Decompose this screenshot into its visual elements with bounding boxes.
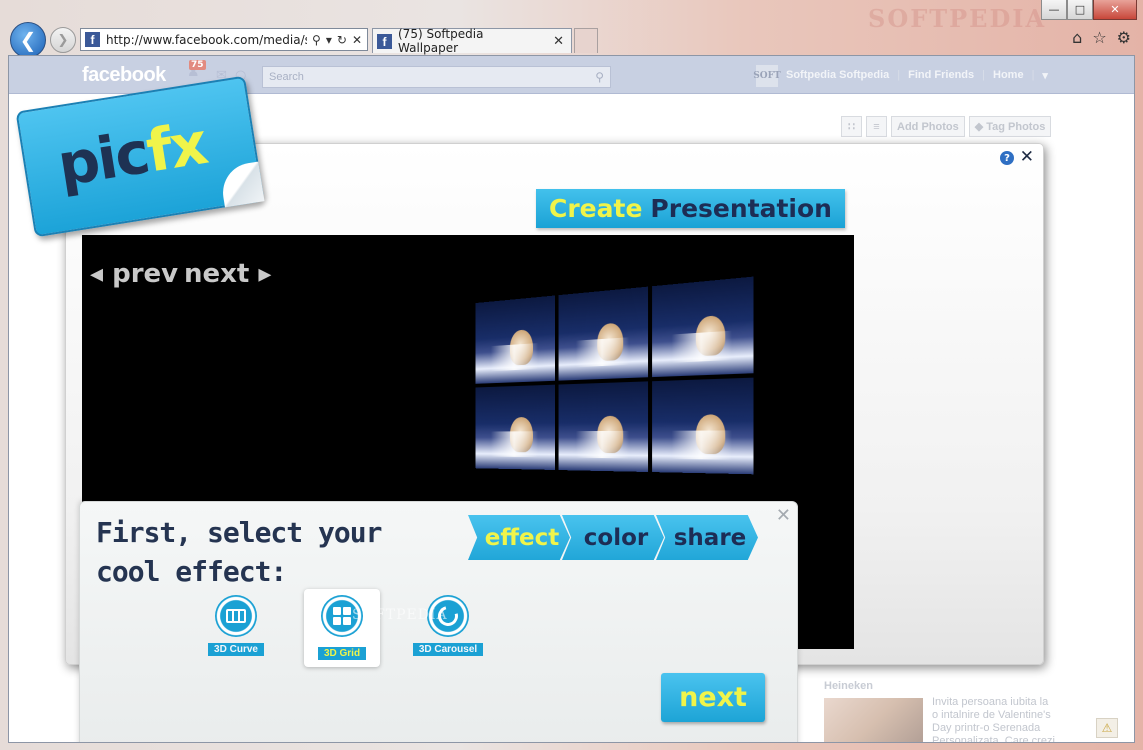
new-tab-button[interactable]	[574, 28, 598, 53]
find-friends-link[interactable]: Find Friends	[908, 69, 974, 82]
next-button[interactable]: next	[661, 673, 765, 722]
photo-tile	[652, 276, 754, 378]
address-actions: ⚲ ▾ ↻ ✕	[307, 33, 367, 47]
tab-close-icon[interactable]: ✕	[546, 34, 571, 49]
photo-tile	[652, 377, 754, 475]
create-presentation-banner: Create Presentation	[536, 189, 845, 228]
arrow-left-icon: ❮	[19, 28, 37, 52]
home-link[interactable]: Home	[993, 69, 1024, 82]
photo-tile	[475, 295, 555, 384]
add-photos-button[interactable]: Add Photos	[891, 116, 965, 137]
3d-curve-icon	[215, 595, 257, 637]
step-color[interactable]: color	[562, 515, 664, 560]
effect-3d-grid[interactable]: 3D Grid	[304, 589, 380, 667]
sticker-peel	[218, 161, 265, 208]
step-share[interactable]: share	[656, 515, 758, 560]
warning-icon[interactable]: ⚠	[1096, 718, 1118, 738]
tab-title: (75) Softpedia Wallpaper	[398, 27, 484, 55]
address-text[interactable]: http://www.facebook.com/media/se	[106, 33, 307, 47]
home-icon[interactable]: ⌂	[1072, 28, 1082, 47]
banner-create-word: Create	[549, 194, 643, 223]
separator: |	[982, 69, 985, 81]
sidebar-ad-image[interactable]	[824, 698, 923, 742]
forward-button[interactable]: ❯	[50, 27, 76, 53]
effect-label: 3D Carousel	[412, 643, 484, 656]
settings-gear-icon[interactable]: ⚙	[1117, 28, 1131, 47]
back-button[interactable]: ❮	[10, 22, 46, 58]
softpedia-watermark: SOFTPEDIA	[352, 607, 448, 623]
maximize-button[interactable]: □	[1067, 0, 1093, 20]
banner-presentation-word: Presentation	[650, 194, 832, 223]
picfx-logo-text: picfx	[53, 109, 211, 200]
prev-label: prev	[112, 259, 179, 289]
favorites-star-icon[interactable]: ☆	[1092, 28, 1106, 47]
notification-count-badge: 75	[189, 60, 206, 70]
close-window-button[interactable]: ✕	[1093, 0, 1137, 20]
step-effect[interactable]: effect	[468, 515, 570, 560]
wizard-steps: effect color share	[468, 515, 758, 560]
help-icon[interactable]: ?	[1000, 151, 1014, 165]
next-nav-label: next	[184, 259, 250, 289]
search-icon[interactable]: ⚲	[312, 33, 321, 47]
separator: |	[897, 69, 901, 81]
profile-avatar[interactable]: SOFT	[753, 65, 781, 87]
facebook-logo[interactable]: facebook	[82, 64, 166, 87]
facebook-favicon-icon: f	[85, 32, 100, 47]
dropdown-icon[interactable]: ▾	[326, 33, 332, 47]
sidebar-ad-heading[interactable]: Heineken	[824, 680, 873, 692]
photo-tile	[558, 286, 649, 381]
3d-grid-preview	[475, 276, 754, 475]
facebook-nav-links: Softpedia Softpedia | Find Friends | Hom…	[786, 69, 1048, 82]
address-bar[interactable]: f http://www.facebook.com/media/se ⚲ ▾ ↻…	[80, 28, 368, 51]
stop-icon[interactable]: ✕	[352, 33, 362, 47]
refresh-icon[interactable]: ↻	[337, 33, 347, 47]
effect-label: 3D Grid	[317, 647, 367, 660]
profile-link[interactable]: Softpedia Softpedia	[786, 69, 889, 82]
search-placeholder: Search	[269, 71, 304, 83]
facebook-search-input[interactable]: Search ⚲	[262, 66, 611, 88]
tag-icon: ◆	[974, 121, 987, 133]
photo-tile	[475, 384, 555, 470]
effect-label: 3D Curve	[208, 643, 264, 656]
photo-tile	[558, 381, 649, 473]
tag-photos-label: Tag Photos	[986, 120, 1046, 133]
effect-3d-curve[interactable]: 3D Curve	[198, 589, 274, 667]
effect-selection-panel: ✕ First, select your cool effect: effect…	[79, 501, 798, 742]
photo-toolbar: ∷ ≡ Add Photos ◆ Tag Photos	[841, 116, 1052, 137]
arrow-right-icon: ❯	[57, 32, 69, 48]
tab-softpedia-wallpaper[interactable]: f (75) Softpedia Wallpaper ✕	[372, 27, 572, 55]
window-controls: — □ ✕	[1041, 0, 1137, 20]
effects-list: 3D Curve 3D Grid 3D Carousel	[198, 589, 516, 667]
panel-title: First, select your cool effect:	[96, 516, 382, 588]
tab-facebook-icon: f	[377, 33, 392, 49]
dialog-close-icon[interactable]: ✕	[1020, 147, 1034, 167]
prev-button[interactable]: ◂ prev	[90, 259, 178, 289]
list-view-icon[interactable]: ≡	[866, 116, 887, 137]
account-dropdown-icon[interactable]: ▾	[1042, 69, 1048, 82]
softpedia-watermark: SOFTPEDIA	[868, 4, 1047, 33]
sidebar-ad-text[interactable]: Invita persoana iubita la o intalnire de…	[932, 696, 1057, 742]
panel-close-icon[interactable]: ✕	[776, 505, 791, 526]
separator: |	[1031, 69, 1035, 81]
next-nav-button[interactable]: next ▸	[184, 259, 271, 289]
grid-view-icon[interactable]: ∷	[841, 116, 862, 137]
minimize-button[interactable]: —	[1041, 0, 1067, 20]
search-icon[interactable]: ⚲	[595, 70, 604, 84]
effect-3d-carousel[interactable]: 3D Carousel	[410, 589, 486, 667]
browser-toolbar-icons: ⌂ ☆ ⚙	[1072, 28, 1131, 47]
tag-photos-button[interactable]: ◆ Tag Photos	[968, 116, 1052, 137]
